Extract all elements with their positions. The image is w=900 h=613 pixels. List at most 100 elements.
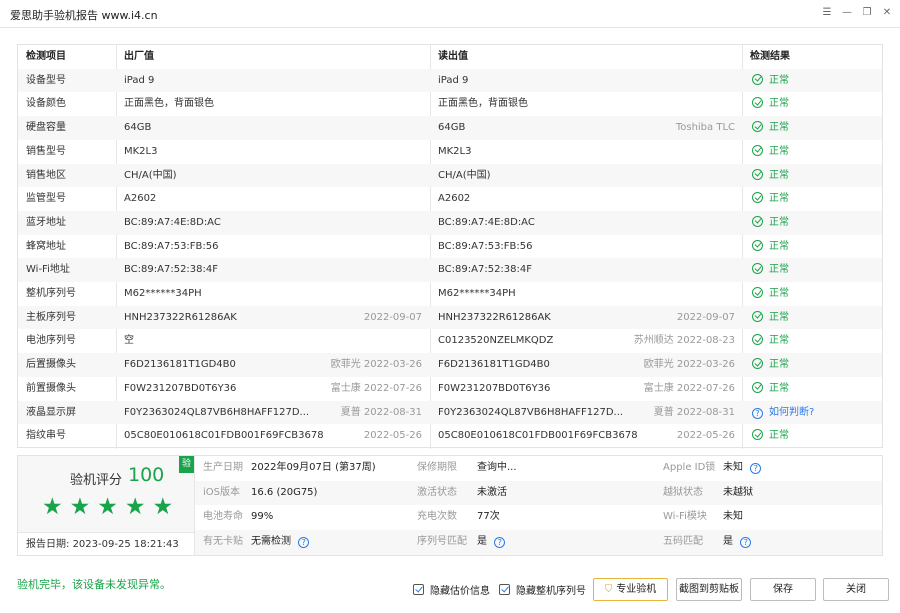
row-result-label: 正常	[769, 74, 789, 86]
report-date-label: 报告日期:	[26, 539, 70, 550]
check-circle-icon	[752, 239, 763, 251]
row-result-label: 正常	[769, 240, 789, 252]
table-row: 整机序列号 M62******34PH M62******34PH 正常	[18, 282, 882, 306]
row-result: 正常	[752, 187, 789, 211]
result-message: 验机完毕，该设备未发现异常。	[17, 578, 171, 591]
question-icon: ?	[752, 407, 763, 419]
hide-serial-label[interactable]: 隐藏整机序列号	[516, 582, 586, 597]
table-row: 蓝牙地址 BC:89:A7:4E:8D:AC BC:89:A7:4E:8D:AC 正常	[18, 210, 882, 235]
hide-price-label[interactable]: 隐藏估价信息	[430, 582, 490, 597]
screenshot-button[interactable]: 截图到剪贴板	[676, 578, 742, 601]
table-row: 蜂窝地址 BC:89:A7:53:FB:56 BC:89:A7:53:FB:56 正常	[18, 235, 882, 259]
star-rating: ★★★★★	[42, 494, 181, 520]
row-result-label: 正常	[769, 216, 789, 228]
summary-row: 有无卡贴 无需检测 ? 序列号匹配是 ? 五码匹配是 ?	[195, 530, 882, 555]
title-bar: 爱思助手验机报告 www.i4.cn ☰ — ❐ ✕	[0, 0, 900, 28]
row-result-label: 正常	[769, 335, 789, 347]
row-result: 正常	[752, 353, 789, 377]
help-icon[interactable]: ?	[298, 537, 310, 549]
menu-icon[interactable]: ☰	[820, 6, 834, 20]
summary-value-text: 是	[723, 536, 733, 548]
row-factory-value: MK2L3	[124, 145, 158, 157]
hide-serial-checkbox[interactable]	[499, 584, 510, 595]
table-row: 电池序列号 空 C0123520NZELMKQDZ 苏州顺达 2022-08-23 正常	[18, 329, 882, 353]
row-factory-value: 05C80E010618C01FDB001F69FCB3678F	[124, 430, 324, 442]
row-factory-value: HNH237322R61286AK	[124, 311, 237, 323]
summary-row: 生产日期 2022年09月07日 (第37周) 保修期限 查询中... Apple ID…	[195, 456, 882, 481]
close-icon[interactable]: ✕	[880, 6, 894, 20]
row-result: 正常	[752, 211, 789, 235]
table-row: 设备颜色 正面黑色，背面银色 正面黑色，背面银色 正常	[18, 92, 882, 116]
summary-key: 序列号匹配	[417, 536, 467, 548]
save-button[interactable]: 保存	[750, 578, 816, 601]
row-item: 后置摄像头	[26, 359, 76, 371]
check-circle-icon	[752, 358, 763, 370]
row-read-value: M62******34PH	[438, 288, 516, 299]
minimize-icon[interactable]: —	[840, 6, 854, 20]
row-result-label: 正常	[769, 169, 789, 181]
row-result: 正常	[752, 116, 789, 140]
row-result: 正常	[752, 424, 789, 448]
summary-panel: 验机评分 100 ★★★★★ 验 报告日期: 2023-09-25 18:21:…	[17, 455, 883, 556]
row-item: 销售地区	[26, 169, 66, 181]
row-factory-sub: 2022-09-07	[363, 311, 422, 323]
summary-value-text: 99%	[251, 511, 274, 523]
row-read-value: F0W231207BD0T6Y36	[438, 382, 551, 394]
summary-key: 保修期限	[417, 462, 457, 473]
check-circle-icon	[752, 121, 763, 133]
summary-key: Wi-Fi模块	[663, 511, 707, 523]
row-item: 销售型号	[26, 145, 66, 157]
report-date: 报告日期: 2023-09-25 18:21:43	[18, 532, 194, 556]
row-factory-value: 正面黑色，背面银色	[124, 98, 214, 110]
table-row: 设备型号 iPad 9 iPad 9 正常	[18, 68, 882, 93]
table-row: 监管型号 A2602 A2602 正常	[18, 187, 882, 211]
row-read-value: 正面黑色，背面银色	[438, 98, 528, 110]
row-item: 前置摄像头	[26, 382, 76, 394]
row-result: 正常	[752, 258, 789, 282]
row-item: Wi-Fi地址	[26, 264, 70, 276]
row-read-value: CH/A(中国)	[438, 169, 491, 181]
summary-key: 越狱状态	[663, 486, 703, 498]
table-row: 销售地区 CH/A(中国) CH/A(中国) 正常	[18, 163, 882, 188]
close-button[interactable]: 关闭	[823, 578, 889, 601]
summary-value: 未知 ?	[723, 456, 767, 481]
row-result-link[interactable]: ? 如何判断?	[752, 401, 814, 425]
row-result-label: 正常	[769, 98, 789, 110]
row-item: 指纹串号	[26, 430, 66, 442]
row-read-value: iPad 9	[438, 74, 469, 86]
score-box: 验机评分 100 ★★★★★ 验	[18, 456, 194, 532]
restore-icon[interactable]: ❐	[860, 6, 874, 20]
row-read-sub: 2022-05-26	[676, 430, 735, 442]
check-circle-icon	[752, 192, 763, 204]
row-result: 正常	[752, 164, 789, 188]
row-item: 硬盘容量	[26, 122, 66, 134]
pro-inspect-button[interactable]: ⛉ 专业验机	[593, 578, 668, 601]
summary-value: 是 ?	[477, 530, 511, 555]
row-result-label: 正常	[769, 382, 789, 394]
summary-value: 77次	[477, 505, 500, 530]
help-icon[interactable]: ?	[740, 537, 752, 549]
row-read-value: BC:89:A7:52:38:4F	[438, 264, 533, 276]
shield-icon: ⛉	[604, 584, 613, 595]
row-read-value: C0123520NZELMKQDZ	[438, 335, 554, 347]
summary-key: 有无卡贴	[203, 536, 243, 548]
hide-price-checkbox[interactable]	[413, 584, 424, 595]
help-icon[interactable]: ?	[494, 537, 506, 549]
help-icon[interactable]: ?	[750, 463, 762, 474]
header-read: 读出值	[438, 51, 468, 62]
summary-key: 生产日期	[203, 462, 243, 473]
row-item: 液晶显示屏	[26, 406, 76, 418]
table-header: 检测项目 出厂值 读出值 检测结果	[18, 45, 882, 69]
row-item: 设备颜色	[26, 98, 66, 110]
table-row: 主板序列号 HNH237322R61286AK 2022-09-07 HNH23732…	[18, 305, 882, 330]
row-result-label: 正常	[769, 193, 789, 205]
row-read-sub: 富士康 2022-07-26	[643, 382, 735, 394]
row-item: 电池序列号	[26, 335, 76, 347]
row-read-value: 05C80E010618C01FDB001F69FCB3678F	[438, 430, 638, 442]
summary-key: 激活状态	[417, 486, 457, 498]
row-factory-sub: 欧菲光 2022-03-26	[330, 359, 422, 371]
summary-key: 电池寿命	[203, 511, 243, 523]
row-read-sub: 苏州顺达 2022-08-23	[633, 335, 735, 347]
row-result-label: 正常	[769, 145, 789, 157]
summary-value: 无需检测 ?	[251, 530, 315, 555]
